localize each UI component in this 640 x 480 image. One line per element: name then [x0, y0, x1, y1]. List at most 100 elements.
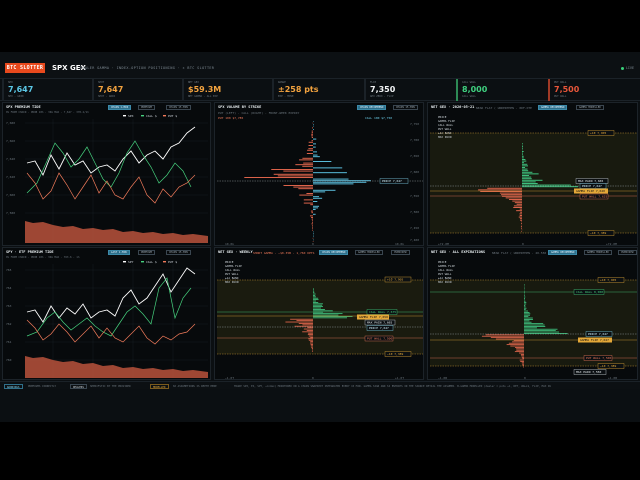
- strike-bar: [313, 121, 314, 122]
- y-tick: 7,620: [6, 175, 15, 179]
- strike-bar: [311, 217, 313, 218]
- net-gex-all-chart: PRICE GAMMA FLIP CALL WALL PUT WALL ±1σ …: [430, 260, 637, 380]
- stat-value: 7,647: [8, 85, 34, 94]
- strike-bar: [522, 157, 524, 159]
- strike-bar: [524, 323, 544, 325]
- stat-value: 8,000: [462, 85, 488, 94]
- strike-bar: [312, 221, 313, 223]
- strike-bar: [313, 207, 319, 209]
- strike-bar: [521, 221, 522, 223]
- strike-bar: [313, 124, 314, 126]
- strike-bar: [313, 313, 343, 315]
- strike-bar: [522, 178, 532, 180]
- footer-tag-modelled[interactable]: MODELLED: [150, 383, 169, 389]
- strike-bar: [302, 165, 313, 167]
- strike-bar: [311, 223, 313, 225]
- label-minus-sigma: −1σ 7,389: [387, 352, 403, 356]
- strike-bar: [516, 349, 524, 351]
- spy-net-premium-area: [25, 356, 208, 378]
- stat-value: 7,350: [370, 85, 396, 94]
- strike-bar: [313, 205, 320, 207]
- panel-net-gex-weekly: NET GEX · WEEKLY SHORT GAMMA · −$0.35B ·…: [214, 247, 424, 380]
- strike-bar: [522, 160, 527, 162]
- strike-bar: [313, 151, 317, 153]
- footer-tag-dealers[interactable]: DEALERS: [70, 383, 87, 389]
- strike-bar: [313, 154, 318, 156]
- footer-tag-warnings[interactable]: WARNINGS: [4, 383, 23, 389]
- strike-bar: [310, 345, 313, 347]
- y-tick: 7,600: [410, 170, 419, 174]
- strike-bar: [310, 344, 313, 345]
- y-tick: 7,400: [410, 238, 419, 242]
- strike-bar: [522, 171, 533, 173]
- label-call-wall: CALL WALL 8,000: [576, 290, 603, 294]
- strike-bar: [313, 303, 323, 305]
- net-gex-0dte-chart: PRICE GAMMA FLIP CALL WALL PUT WALL ±1σ …: [430, 115, 637, 245]
- label-price: PRICE 7,647: [582, 184, 602, 188]
- strike-bar: [505, 197, 522, 199]
- y-tick: 7,500: [410, 210, 419, 214]
- x-tick: 0: [312, 242, 314, 246]
- x-tick: 0: [312, 376, 314, 380]
- x-tick: −1.0B: [438, 376, 447, 380]
- y-tick: 7,550: [410, 194, 419, 198]
- strike-bar: [295, 164, 313, 166]
- y-tick: 7,650: [410, 154, 419, 158]
- strike-bar: [313, 138, 317, 140]
- strike-bar: [522, 155, 524, 157]
- strike-bar: [303, 202, 313, 204]
- strike-bar: [313, 231, 314, 233]
- strike-bar: [313, 178, 349, 180]
- strike-bar: [293, 186, 313, 188]
- stat-caption: EXP · MOVE: [278, 95, 294, 98]
- strike-bar: [308, 339, 313, 341]
- strike-bar: [516, 348, 524, 350]
- y-tick: 765: [6, 268, 12, 272]
- label-call-wall: CALL WALL 7,675: [369, 310, 396, 314]
- legend-swatch-spx: [123, 115, 126, 117]
- strike-bar: [522, 154, 523, 156]
- strike-bar: [513, 207, 522, 208]
- strike-bar: [313, 197, 323, 199]
- strike-bar: [308, 141, 313, 143]
- legend-spx: SPX: [128, 114, 134, 118]
- strike-bar: [311, 218, 313, 220]
- live-label: LIVE: [625, 66, 634, 70]
- strike-bar: [524, 296, 526, 298]
- footer-text: PREMIUMS CORRECTLY: [28, 384, 57, 388]
- strike-bar: [310, 342, 313, 344]
- header-bar: BTC SLOTTER SPX GEX DEALER GAMMA · INDEX…: [0, 52, 640, 79]
- strike-bar: [508, 342, 524, 344]
- strike-bar: [294, 325, 313, 327]
- strike-bar: [312, 351, 313, 352]
- strike-bar: [524, 291, 525, 292]
- strike-bar: [524, 285, 525, 287]
- strike-bar: [522, 152, 523, 154]
- volume-by-strike-chart: PRICE 7,647 7,750 7,700 7,650 7,600 7,55…: [217, 121, 423, 246]
- strike-bar: [313, 306, 323, 308]
- x-tick: 10.0k: [225, 242, 234, 246]
- btc-slotter-logo[interactable]: BTC SLOTTER: [5, 63, 45, 73]
- strike-bar: [524, 300, 526, 302]
- spy-premium-chart: SPY CALL $ PUT $ 765 764 763 762 761 760: [6, 260, 208, 378]
- strike-bar: [524, 292, 525, 294]
- legend-put: PUT $: [168, 114, 177, 118]
- strike-bar: [520, 226, 522, 228]
- strike-bar: [524, 310, 528, 312]
- y-tick: 761: [6, 340, 12, 344]
- legend-max-pain: MAX PAIN: [438, 135, 452, 139]
- strike-bar: [520, 211, 522, 213]
- stat-caption: PUT WALL: [554, 95, 567, 98]
- x-tick: +1.0B: [608, 376, 617, 380]
- stat-caption: SPOT · GRID: [98, 95, 116, 98]
- panel-net-gex-0dte: NET GEX · 2026-05-21 NEAR FLAT ( UNDERTH…: [427, 102, 638, 246]
- x-tick: 10.0k: [395, 242, 404, 246]
- strike-bar: [313, 234, 314, 236]
- strike-bar: [523, 366, 524, 368]
- strike-bar: [308, 332, 313, 334]
- stat-card-net-gex: NET GEX $59.3M NET GAMMA · ALL EXP: [182, 79, 270, 101]
- strike-bar: [311, 140, 313, 142]
- label-plus-sigma: +1σ 7,905: [600, 278, 616, 282]
- strike-bar: [298, 323, 313, 324]
- strike-bar: [521, 223, 522, 224]
